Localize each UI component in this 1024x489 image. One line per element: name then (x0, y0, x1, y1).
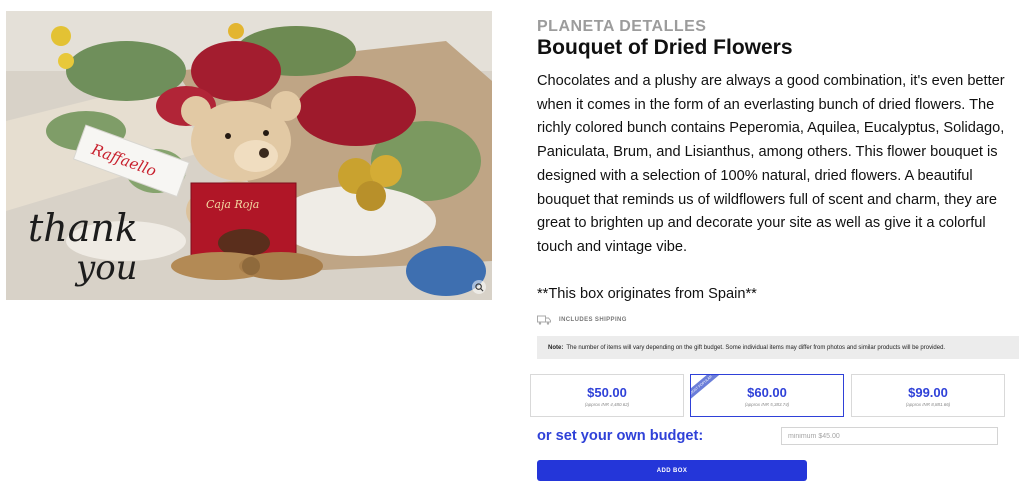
product-title: Bouquet of Dried Flowers (537, 36, 793, 59)
product-image: Raffaello Caja Roja thank you (6, 11, 492, 300)
budget-option-99[interactable]: $99.00 (approx INR 8,881.66) (851, 374, 1005, 417)
note-banner: Note: The number of items will vary depe… (537, 336, 1019, 359)
photo-text-caja-roja: Caja Roja (206, 198, 259, 211)
photo-text-you: you (74, 248, 138, 288)
option-price: $60.00 (747, 385, 787, 400)
option-approx: (approx INR 5,383.74) (744, 402, 790, 407)
photo-text-thank: thank (28, 206, 138, 250)
product-description: Chocolates and a plushy are always a goo… (537, 73, 1005, 255)
option-price: $99.00 (908, 385, 948, 400)
custom-budget-label: or set your own budget: (537, 428, 704, 444)
origin-note: **This box originates from Spain** (537, 286, 757, 302)
budget-option-50[interactable]: $50.00 (approx INR 4,480.62) (530, 374, 684, 417)
shipping-label: INCLUDES SHIPPING (559, 317, 627, 323)
zoom-button[interactable] (472, 280, 486, 294)
note-label: Note: (548, 344, 564, 351)
shipping-info: INCLUDES SHIPPING (537, 315, 627, 325)
budget-option-60[interactable]: MOST POPULAR $60.00 (approx INR 5,383.74… (690, 374, 844, 417)
truck-icon (537, 315, 551, 325)
option-approx: (approx INR 4,480.62) (584, 402, 630, 407)
note-text: The number of items will vary depending … (566, 344, 946, 351)
brand-name: PLANETA DETALLES (537, 18, 707, 35)
option-price: $50.00 (587, 385, 627, 400)
custom-budget-input[interactable] (781, 427, 998, 445)
add-box-button[interactable]: ADD BOX (537, 460, 807, 481)
magnifier-icon (474, 282, 483, 291)
option-approx: (approx INR 8,881.66) (905, 402, 951, 407)
bouquet-photo: Raffaello Caja Roja thank you (6, 11, 492, 300)
